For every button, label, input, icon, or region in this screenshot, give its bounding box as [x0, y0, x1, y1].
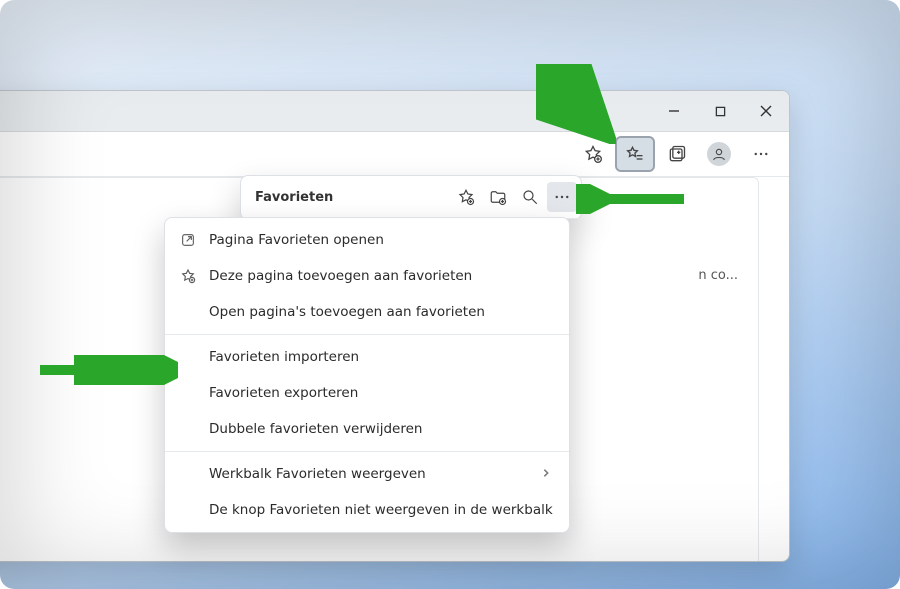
maximize-icon [715, 106, 726, 117]
menu-item-label: Favorieten importeren [209, 349, 553, 365]
menu-export-favorites[interactable]: Favorieten exporteren [165, 375, 569, 411]
favorites-panel: Favorieten [240, 175, 582, 220]
chevron-right-icon [541, 466, 553, 482]
favorites-panel-title: Favorieten [255, 190, 449, 205]
favorites-button[interactable] [617, 138, 653, 170]
menu-item-label: Dubbele favorieten verwijderen [209, 421, 553, 437]
menu-remove-duplicates[interactable]: Dubbele favorieten verwijderen [165, 411, 569, 447]
menu-item-label: Deze pagina toevoegen aan favorieten [209, 268, 553, 284]
menu-add-open-pages[interactable]: Open pagina's toevoegen aan favorieten [165, 294, 569, 330]
star-plus-icon [457, 188, 475, 206]
favorites-add-folder-button[interactable] [483, 182, 513, 212]
menu-add-page[interactable]: Deze pagina toevoegen aan favorieten [165, 258, 569, 294]
horizontal-dots-icon [752, 145, 770, 163]
open-link-icon [179, 231, 197, 249]
star-plus-icon [179, 267, 197, 285]
minimize-button[interactable] [651, 91, 697, 131]
folder-plus-icon [489, 188, 507, 206]
close-button[interactable] [743, 91, 789, 131]
menu-show-toolbar[interactable]: Werkbalk Favorieten weergeven [165, 456, 569, 492]
favorites-star-lines-icon [625, 144, 645, 164]
menu-separator [165, 451, 569, 452]
add-favorite-button[interactable] [575, 138, 611, 170]
menu-open-favorites-page[interactable]: Pagina Favorieten openen [165, 222, 569, 258]
minimize-icon [668, 105, 680, 117]
horizontal-dots-icon [553, 188, 571, 206]
menu-item-label: Werkbalk Favorieten weergeven [209, 466, 529, 482]
menu-item-label: De knop Favorieten niet weergeven in de … [209, 502, 553, 518]
title-bar [0, 91, 789, 132]
favorites-search-button[interactable] [515, 182, 545, 212]
menu-separator [165, 334, 569, 335]
favorites-context-menu: Pagina Favorieten openen Deze pagina toe… [164, 217, 570, 533]
menu-import-favorites[interactable]: Favorieten importeren [165, 339, 569, 375]
partial-bookmark-row: n co... [698, 268, 738, 283]
star-plus-icon [583, 144, 603, 164]
more-button[interactable] [743, 138, 779, 170]
close-icon [760, 105, 772, 117]
menu-item-label: Open pagina's toevoegen aan favorieten [209, 304, 553, 320]
menu-hide-button[interactable]: De knop Favorieten niet weergeven in de … [165, 492, 569, 528]
search-icon [521, 188, 539, 206]
collections-icon [667, 144, 687, 164]
favorites-more-button[interactable] [547, 182, 577, 212]
toolbar [0, 132, 789, 177]
menu-item-label: Pagina Favorieten openen [209, 232, 553, 248]
profile-button[interactable] [701, 138, 737, 170]
profile-avatar-icon [707, 142, 731, 166]
menu-item-label: Favorieten exporteren [209, 385, 553, 401]
collections-button[interactable] [659, 138, 695, 170]
favorites-pin-button[interactable] [451, 182, 481, 212]
favorites-panel-header: Favorieten [241, 176, 581, 219]
maximize-button[interactable] [697, 91, 743, 131]
